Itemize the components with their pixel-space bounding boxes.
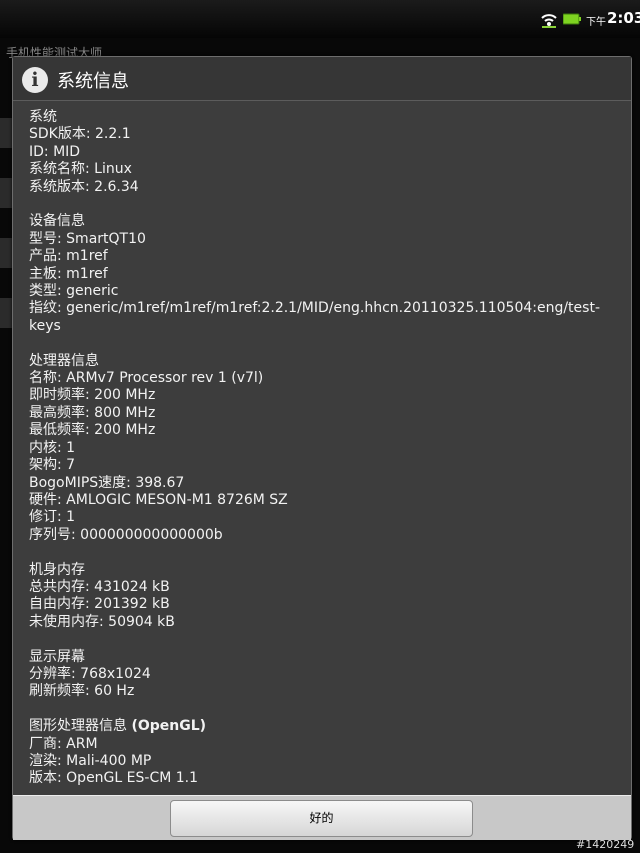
info-line: 自由内存: 201392 kB	[29, 596, 170, 613]
info-line: 名称: ARMv7 Processor rev 1 (v7l)	[29, 370, 264, 387]
info-line: 系统版本: 2.6.34	[29, 178, 139, 195]
dialog-header: i 系统信息	[13, 57, 631, 101]
status-clock: 2:03	[607, 9, 640, 27]
section-heading: 图形处理器信息 (OpenGL)	[29, 718, 607, 735]
status-bar: 下午 2:03	[0, 0, 640, 38]
watermark: #1420249	[576, 838, 635, 851]
info-line: 序列号: 000000000000000b	[29, 526, 223, 543]
system-info-dialog: i 系统信息 系统 SDK版本: 2.2.1 ID: MID 系统名称: Lin…	[12, 56, 632, 840]
info-line: 总共内存: 431024 kB	[29, 578, 170, 595]
info-line: 未使用内存: 50904 kB	[29, 613, 175, 630]
section-heading: 机身内存	[29, 561, 85, 578]
wifi-icon	[541, 14, 557, 28]
dialog-title: 系统信息	[57, 71, 129, 92]
info-line-fingerprint: 指纹: generic/m1ref/m1ref/m1ref:2.2.1/MID/…	[29, 300, 600, 334]
info-line: 修订: 1	[29, 509, 76, 526]
section-gpu: 图形处理器信息 (OpenGL) 厂商: ARM 渲染: Mali-400 MP…	[29, 718, 607, 785]
info-line: 最高频率: 800 MHz	[29, 404, 156, 421]
info-line: 渲染: Mali-400 MP	[29, 752, 152, 769]
info-line: 架构: 7	[29, 457, 76, 474]
info-line: 即时频率: 200 MHz	[29, 387, 156, 404]
info-line: 型号: SmartQT10	[29, 230, 146, 247]
section-heading: 系统	[29, 109, 57, 125]
section-display: 显示屏幕 分辨率: 768x1024 刷新频率: 60 Hz	[29, 649, 607, 701]
info-line: 分辨率: 768x1024	[29, 665, 151, 682]
info-line: 厂商: ARM	[29, 735, 98, 752]
info-line: BogoMIPS速度: 398.67	[29, 474, 185, 491]
info-line: 主板: m1ref	[29, 265, 108, 282]
info-line: 最低频率: 200 MHz	[29, 422, 156, 439]
section-memory: 机身内存 总共内存: 431024 kB 自由内存: 201392 kB 未使用…	[29, 562, 607, 632]
dialog-footer: 好的	[13, 795, 631, 840]
info-line: 刷新频率: 60 Hz	[29, 683, 135, 700]
info-line: 版本: OpenGL ES-CM 1.1	[29, 770, 199, 785]
section-heading: 设备信息	[29, 213, 85, 230]
section-heading: 处理器信息	[29, 352, 99, 369]
info-line: 硬件: AMLOGIC MESON-M1 8726M SZ	[29, 491, 288, 508]
background-list-item	[0, 238, 12, 268]
section-device: 设备信息 型号: SmartQT10 产品: m1ref 主板: m1ref 类…	[29, 213, 607, 335]
dialog-body[interactable]: 系统 SDK版本: 2.2.1 ID: MID 系统名称: Linux 系统版本…	[29, 109, 607, 785]
info-line: 类型: generic	[29, 283, 119, 300]
section-heading-suffix: (OpenGL)	[131, 718, 207, 735]
info-line: 系统名称: Linux	[29, 161, 132, 178]
info-line: SDK版本: 2.2.1	[29, 126, 131, 143]
info-line: 产品: m1ref	[29, 248, 108, 265]
section-heading: 显示屏幕	[29, 648, 85, 665]
battery-icon	[563, 13, 581, 25]
section-processor: 处理器信息 名称: ARMv7 Processor rev 1 (v7l) 即时…	[29, 353, 607, 544]
background-list-item	[0, 118, 12, 148]
info-line: 内核: 1	[29, 439, 76, 456]
section-system: 系统 SDK版本: 2.2.1 ID: MID 系统名称: Linux 系统版本…	[29, 109, 607, 196]
section-heading-text: 图形处理器信息	[29, 718, 127, 735]
info-line: ID: MID	[29, 143, 81, 160]
info-icon: i	[22, 67, 48, 93]
ok-button[interactable]: 好的	[170, 800, 473, 837]
status-ampm: 下午	[586, 17, 606, 28]
background-list-item	[0, 178, 12, 208]
background-list-item	[0, 298, 12, 328]
